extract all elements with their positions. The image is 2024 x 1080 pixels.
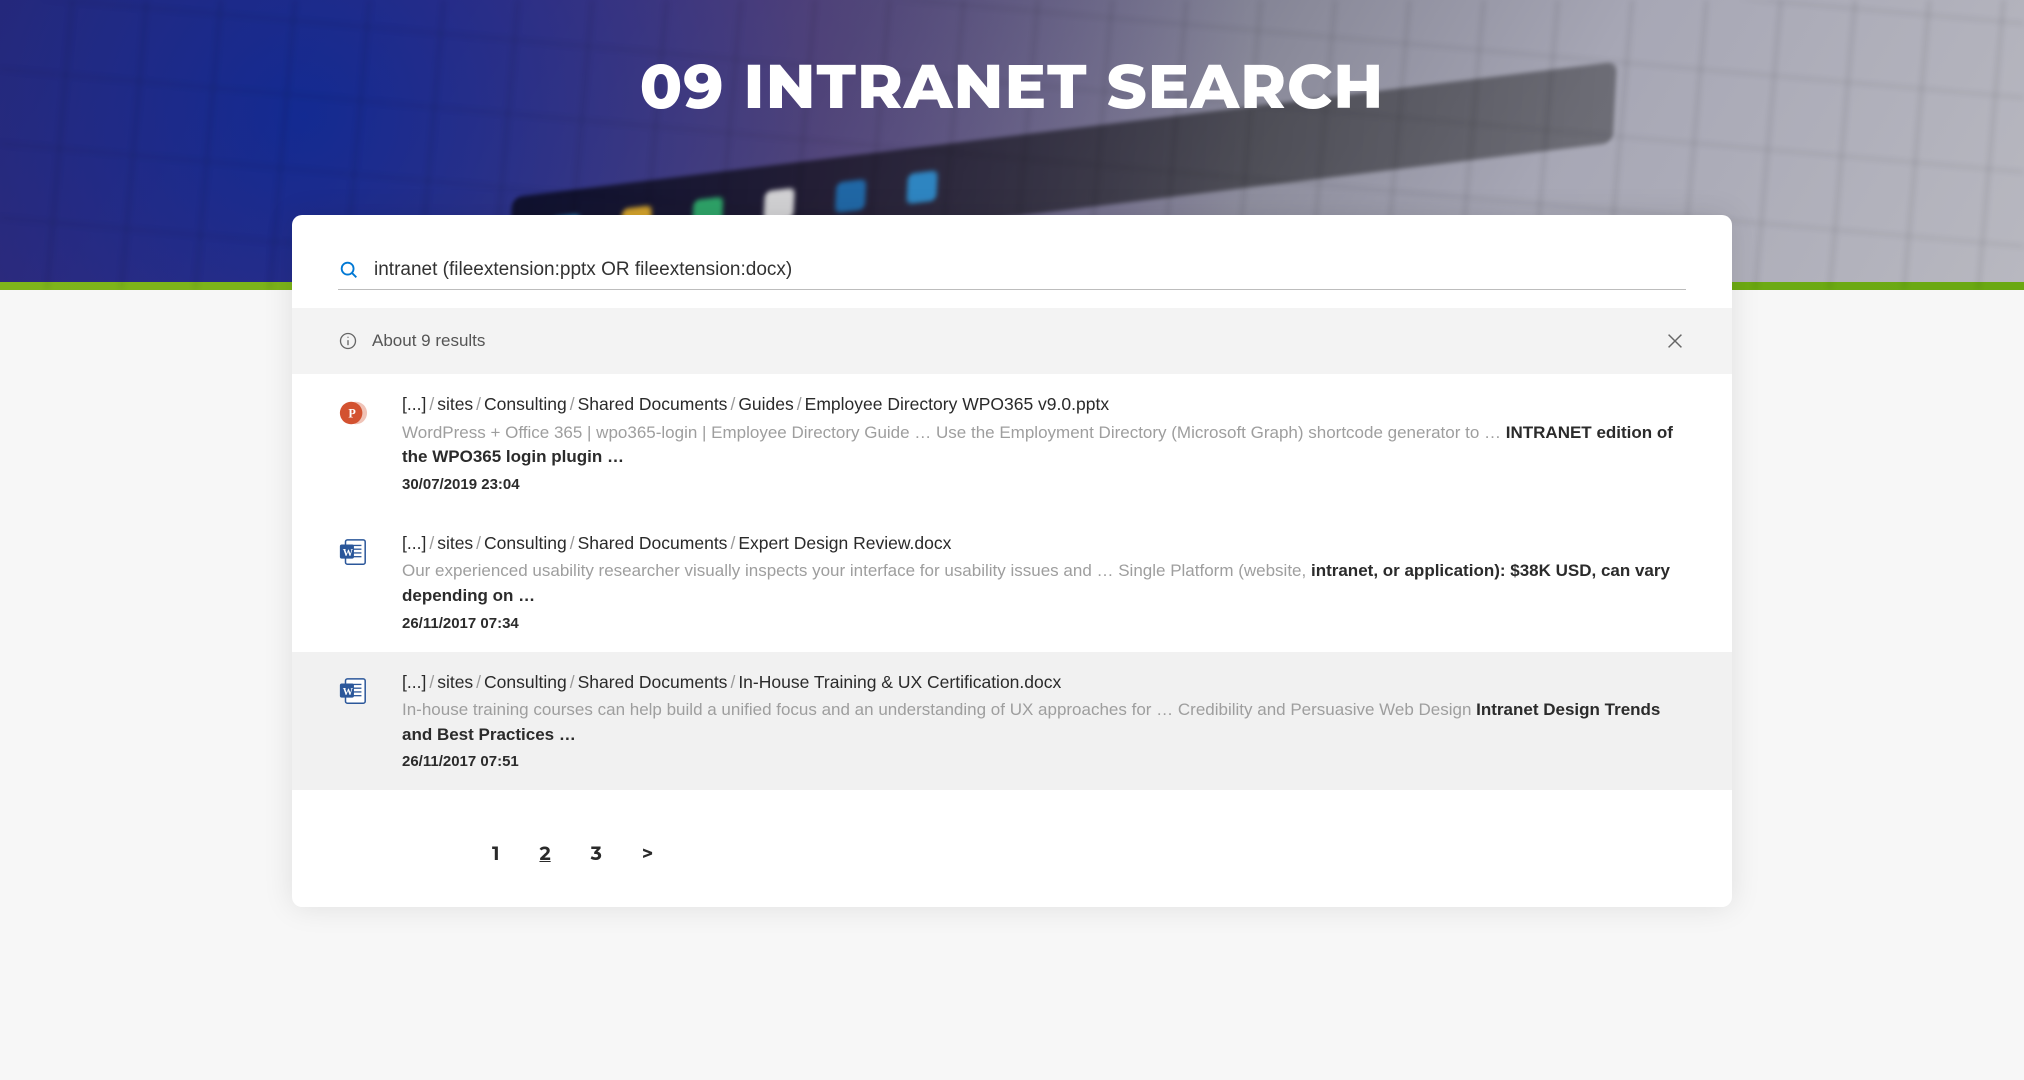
- powerpoint-icon: P: [338, 396, 368, 430]
- breadcrumb-segment[interactable]: sites: [437, 394, 473, 414]
- search-input[interactable]: [374, 255, 1686, 285]
- search-row: [338, 255, 1686, 290]
- breadcrumb-separator: /: [567, 533, 578, 553]
- breadcrumb-segment[interactable]: sites: [437, 672, 473, 692]
- page-number[interactable]: 1: [492, 842, 499, 865]
- results-count-text: About 9 results: [372, 331, 485, 351]
- svg-text:W: W: [343, 548, 354, 559]
- breadcrumb-segment[interactable]: [...]: [402, 533, 426, 553]
- result-timestamp: 26/11/2017 07:34: [402, 615, 1686, 632]
- page-number[interactable]: 3: [591, 842, 602, 865]
- breadcrumb: [...]/sites/Consulting/Shared Documents/…: [402, 392, 1686, 417]
- breadcrumb-separator: /: [473, 672, 484, 692]
- search-result[interactable]: W [...]/sites/Consulting/Shared Document…: [292, 652, 1732, 791]
- pagination: 1 2 3 >: [292, 790, 1732, 871]
- result-filename[interactable]: Expert Design Review.docx: [738, 533, 951, 553]
- breadcrumb-segment[interactable]: Shared Documents: [578, 394, 728, 414]
- word-icon: W: [338, 535, 368, 569]
- search-result[interactable]: W [...]/sites/Consulting/Shared Document…: [292, 513, 1732, 652]
- breadcrumb-separator: /: [727, 672, 738, 692]
- breadcrumb-segment[interactable]: Guides: [738, 394, 793, 414]
- page-next[interactable]: >: [642, 842, 653, 865]
- result-snippet: Our experienced usability researcher vis…: [402, 559, 1686, 608]
- breadcrumb-segment[interactable]: [...]: [402, 394, 426, 414]
- result-filename[interactable]: In-House Training & UX Certification.doc…: [738, 672, 1061, 692]
- search-card: About 9 results P [...]/sites/Consulting…: [292, 215, 1732, 907]
- breadcrumb-separator: /: [794, 394, 805, 414]
- breadcrumb: [...]/sites/Consulting/Shared Documents/…: [402, 531, 1686, 556]
- breadcrumb-segment[interactable]: [...]: [402, 672, 426, 692]
- breadcrumb-separator: /: [567, 394, 578, 414]
- result-filename[interactable]: Employee Directory WPO365 v9.0.pptx: [805, 394, 1109, 414]
- breadcrumb-separator: /: [567, 672, 578, 692]
- search-result[interactable]: P [...]/sites/Consulting/Shared Document…: [292, 374, 1732, 513]
- info-icon: [338, 331, 358, 351]
- breadcrumb: [...]/sites/Consulting/Shared Documents/…: [402, 670, 1686, 695]
- word-icon: W: [338, 674, 368, 708]
- result-timestamp: 30/07/2019 23:04: [402, 476, 1686, 493]
- breadcrumb-separator: /: [426, 394, 437, 414]
- breadcrumb-segment[interactable]: Shared Documents: [578, 672, 728, 692]
- breadcrumb-separator: /: [426, 533, 437, 553]
- result-snippet: WordPress + Office 365 | wpo365-login | …: [402, 421, 1686, 470]
- breadcrumb-segment[interactable]: Consulting: [484, 533, 567, 553]
- breadcrumb-separator: /: [426, 672, 437, 692]
- breadcrumb-segment[interactable]: Consulting: [484, 672, 567, 692]
- svg-text:W: W: [343, 686, 354, 697]
- breadcrumb-separator: /: [473, 394, 484, 414]
- result-snippet: In-house training courses can help build…: [402, 698, 1686, 747]
- breadcrumb-segment[interactable]: Consulting: [484, 394, 567, 414]
- search-icon: [338, 259, 360, 281]
- breadcrumb-separator: /: [727, 394, 738, 414]
- breadcrumb-segment[interactable]: sites: [437, 533, 473, 553]
- result-timestamp: 26/11/2017 07:51: [402, 753, 1686, 770]
- breadcrumb-separator: /: [473, 533, 484, 553]
- page-title: 09 INTRANET SEARCH: [0, 0, 2024, 124]
- results-summary-bar: About 9 results: [292, 308, 1732, 374]
- page-number[interactable]: 2: [539, 842, 550, 865]
- close-icon[interactable]: [1664, 330, 1686, 352]
- breadcrumb-segment[interactable]: Shared Documents: [578, 533, 728, 553]
- svg-text:P: P: [348, 407, 356, 421]
- breadcrumb-separator: /: [727, 533, 738, 553]
